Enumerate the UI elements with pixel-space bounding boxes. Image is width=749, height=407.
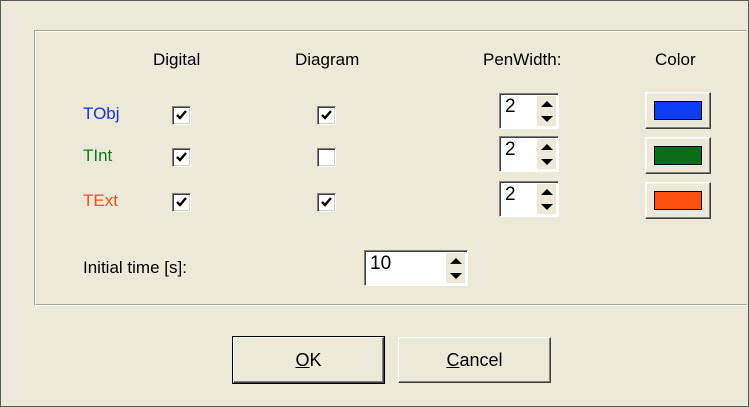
signal-name-tint: TInt xyxy=(83,146,113,165)
tobj-pen-width-spinner[interactable]: 2 xyxy=(499,93,559,129)
ok-button[interactable]: OK xyxy=(232,336,385,384)
ok-button-label: K xyxy=(309,349,322,370)
initial-time-label: Initial time [s]: xyxy=(83,258,187,277)
cancel-button-mnemonic: C xyxy=(446,349,460,370)
text-diagram-checkbox[interactable] xyxy=(317,193,336,212)
signal-name-text: TExt xyxy=(83,191,118,210)
tobj-diagram-checkbox[interactable] xyxy=(317,106,336,125)
tint-diagram-checkbox[interactable] xyxy=(317,148,336,167)
tint-pen-width-spinner[interactable]: 2 xyxy=(499,136,559,172)
tobj-color-swatch xyxy=(654,101,702,120)
spin-up-icon[interactable] xyxy=(537,139,556,154)
checkmark-icon xyxy=(321,197,332,207)
spin-down-icon[interactable] xyxy=(446,268,465,283)
header-color: Color xyxy=(655,50,696,69)
checkmark-icon xyxy=(321,110,332,120)
tobj-digital-checkbox[interactable] xyxy=(172,106,191,125)
tint-pen-width-value: 2 xyxy=(505,139,516,160)
tint-digital-checkbox[interactable] xyxy=(172,148,191,167)
initial-time-spinner[interactable]: 10 xyxy=(364,250,468,286)
cancel-button-label: ancel xyxy=(459,349,503,370)
checkmark-icon xyxy=(176,110,187,120)
header-digital: Digital xyxy=(153,50,201,69)
tobj-pen-width-value: 2 xyxy=(505,96,516,117)
initial-time-value: 10 xyxy=(370,253,392,274)
spin-down-icon[interactable] xyxy=(537,154,556,169)
checkmark-icon xyxy=(176,197,187,207)
tint-color-swatch xyxy=(654,146,702,165)
checkmark-icon xyxy=(176,152,187,162)
text-color-swatch xyxy=(654,191,702,210)
spin-up-icon[interactable] xyxy=(446,253,465,268)
tobj-color-button[interactable] xyxy=(645,92,711,129)
cancel-button[interactable]: Cancel xyxy=(398,337,551,383)
spin-down-icon[interactable] xyxy=(537,111,556,126)
tint-color-button[interactable] xyxy=(645,137,711,174)
header-pen-width: PenWidth: xyxy=(483,50,562,69)
text-pen-width-spinner[interactable]: 2 xyxy=(499,181,559,217)
ok-button-mnemonic: O xyxy=(295,349,310,370)
text-digital-checkbox[interactable] xyxy=(172,193,191,212)
text-color-button[interactable] xyxy=(645,182,711,219)
spin-down-icon[interactable] xyxy=(537,199,556,214)
spin-up-icon[interactable] xyxy=(537,184,556,199)
spin-up-icon[interactable] xyxy=(537,96,556,111)
signal-name-tobj: TObj xyxy=(83,104,120,123)
header-diagram: Diagram xyxy=(295,50,360,69)
text-pen-width-value: 2 xyxy=(505,184,516,205)
